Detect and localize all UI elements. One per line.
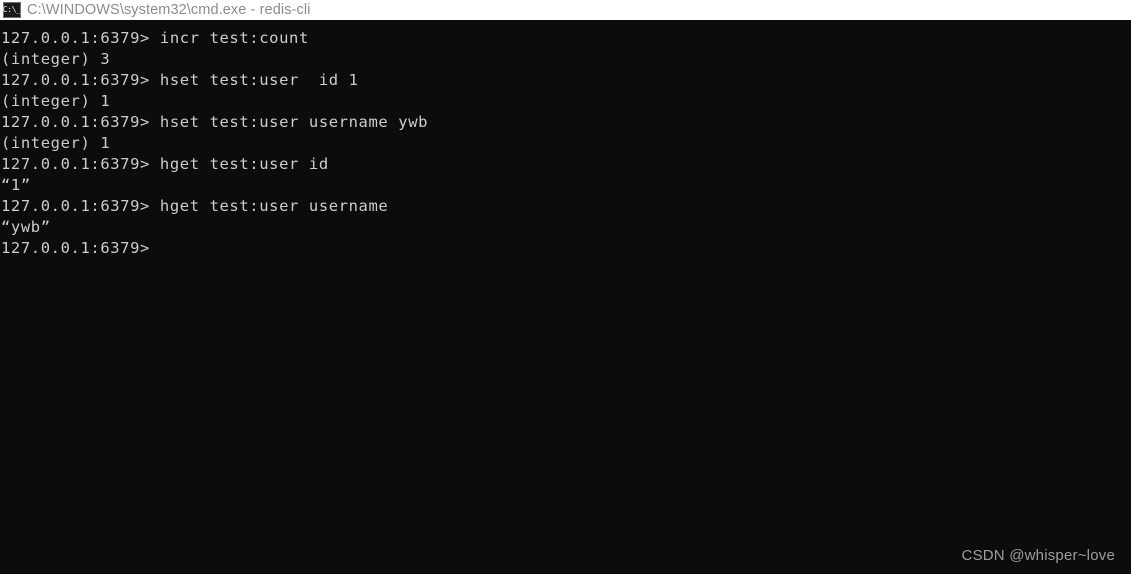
csdn-watermark: CSDN @whisper~love <box>961 547 1115 564</box>
cmd-console-window: C:\_ C:\WINDOWS\system32\cmd.exe - redis… <box>0 0 1131 574</box>
terminal-line: (integer) 1 <box>1 92 111 110</box>
terminal-line: “ywb” <box>1 218 51 236</box>
terminal-line: 127.0.0.1:6379> hget test:user id <box>1 155 329 173</box>
terminal-line-list: 127.0.0.1:6379> incr test:count (integer)… <box>0 28 1131 259</box>
window-title-text: C:\WINDOWS\system32\cmd.exe - redis-cli <box>27 2 311 18</box>
terminal-line: 127.0.0.1:6379> hget test:user username <box>1 197 389 215</box>
terminal-line: 127.0.0.1:6379> hset test:user username … <box>1 113 429 131</box>
cmd-icon-glyph: C:\_ <box>2 5 22 14</box>
terminal-line: (integer) 3 <box>1 50 111 68</box>
terminal-line: 127.0.0.1:6379> hset test:user id 1 <box>1 71 359 89</box>
terminal-line: (integer) 1 <box>1 134 111 152</box>
cmd-console-icon: C:\_ <box>2 2 22 18</box>
window-title-bar[interactable]: C:\_ C:\WINDOWS\system32\cmd.exe - redis… <box>0 0 1131 20</box>
terminal-output-area[interactable]: 127.0.0.1:6379> incr test:count (integer)… <box>0 20 1131 574</box>
terminal-line: “1” <box>1 176 31 194</box>
terminal-line: 127.0.0.1:6379> <box>1 239 150 257</box>
terminal-line: 127.0.0.1:6379> incr test:count <box>1 29 309 47</box>
